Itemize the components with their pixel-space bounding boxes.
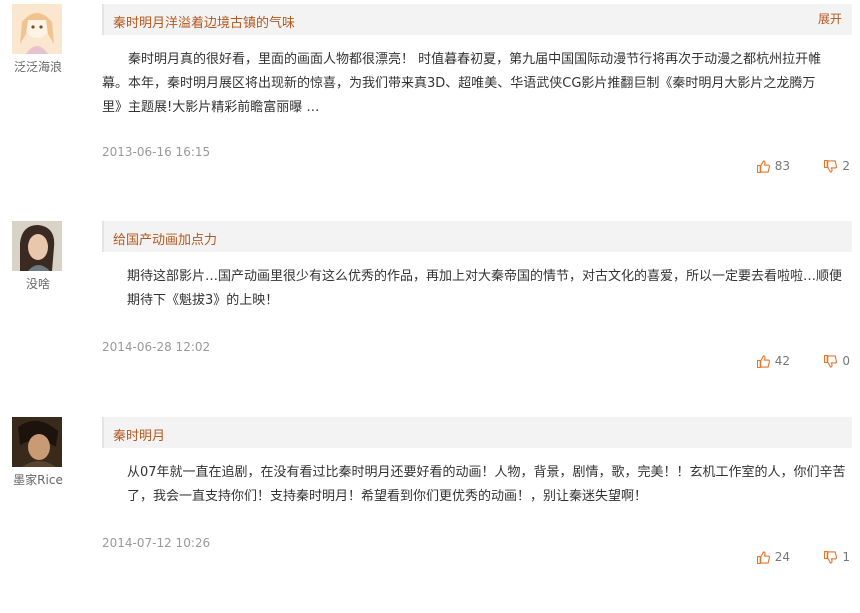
upvote-count: 42 <box>774 354 790 368</box>
review-title-bar: 秦时明月洋溢着边境古镇的气味 展开 <box>102 4 852 35</box>
downvote-button[interactable]: 1 <box>824 550 850 564</box>
avatar[interactable] <box>12 417 62 467</box>
avatar[interactable] <box>12 4 62 54</box>
review-item: 泛泛海浪 秦时明月洋溢着边境古镇的气味 展开 秦时明月真的很好看，里面的画面人物… <box>0 4 860 200</box>
thumbs-down-icon <box>824 550 838 564</box>
thumbs-down-icon <box>824 354 838 368</box>
thumbs-down-icon <box>824 159 838 173</box>
review-card: 秦时明月 从07年就一直在追剧，在没有看过比秦时明月还要好看的动画！人物，背景，… <box>102 417 852 585</box>
downvote-count: 2 <box>842 159 850 173</box>
review-item: 墨家Rice 秦时明月 从07年就一直在追剧，在没有看过比秦时明月还要好看的动画… <box>0 417 860 613</box>
downvote-button[interactable]: 0 <box>824 354 850 368</box>
downvote-button[interactable]: 2 <box>824 159 850 173</box>
review-title-link[interactable]: 给国产动画加点力 <box>113 229 217 248</box>
review-date: 2014-07-12 10:26 <box>102 536 211 550</box>
review-title-bar: 秦时明月 <box>102 417 852 448</box>
review-title-link[interactable]: 秦时明月洋溢着边境古镇的气味 <box>113 12 295 31</box>
upvote-button[interactable]: 83 <box>756 159 790 173</box>
expand-button[interactable]: 展开 <box>818 10 842 27</box>
thumbs-up-icon <box>756 354 770 368</box>
avatar[interactable] <box>12 221 62 271</box>
downvote-count: 0 <box>842 354 850 368</box>
review-body: 期待这部影片…国产动画里很少有这么优秀的作品，再加上对大秦帝国的情节，对古文化的… <box>127 269 843 308</box>
review-item: 没啥 给国产动画加点力 期待这部影片…国产动画里很少有这么优秀的作品，再加上对大… <box>0 221 860 417</box>
upvote-button[interactable]: 42 <box>756 354 790 368</box>
username[interactable]: 泛泛海浪 <box>0 58 76 75</box>
review-title-bar: 给国产动画加点力 <box>102 221 852 252</box>
review-date: 2013-06-16 16:15 <box>102 145 211 159</box>
review-body: 秦时明月真的很好看，里面的画面人物都很漂亮！ 时值暮春初夏，第九届中国国际动漫节… <box>102 52 822 115</box>
downvote-count: 1 <box>842 550 850 564</box>
username[interactable]: 墨家Rice <box>0 471 76 488</box>
username[interactable]: 没啥 <box>0 275 76 292</box>
thumbs-up-icon <box>756 550 770 564</box>
upvote-button[interactable]: 24 <box>756 550 790 564</box>
review-card: 给国产动画加点力 期待这部影片…国产动画里很少有这么优秀的作品，再加上对大秦帝国… <box>102 221 852 389</box>
review-date: 2014-06-28 12:02 <box>102 340 211 354</box>
review-card: 秦时明月洋溢着边境古镇的气味 展开 秦时明月真的很好看，里面的画面人物都很漂亮！… <box>102 4 852 173</box>
review-title-link[interactable]: 秦时明月 <box>113 425 165 444</box>
review-body: 从07年就一直在追剧，在没有看过比秦时明月还要好看的动画！人物，背景，剧情，歌，… <box>127 465 846 504</box>
thumbs-up-icon <box>756 159 770 173</box>
upvote-count: 83 <box>774 159 790 173</box>
upvote-count: 24 <box>774 550 790 564</box>
